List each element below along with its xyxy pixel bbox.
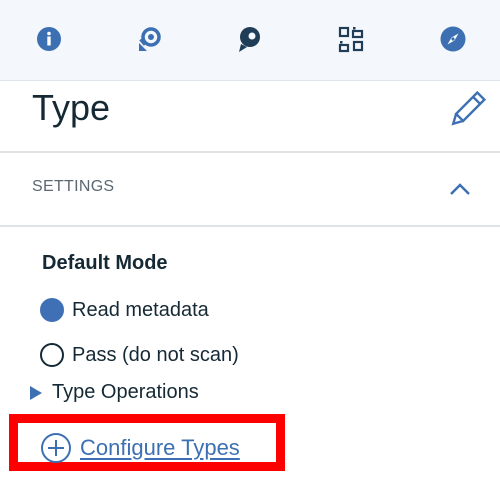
configure-types-label[interactable]: Configure Types [80,435,240,461]
info-icon[interactable] [34,24,64,54]
qr-grid-icon[interactable] [336,24,366,54]
refresh-icon[interactable] [134,24,164,54]
toolbar [0,0,500,81]
radio-label: Pass (do not scan) [72,343,239,366]
add-circle-icon [41,433,71,463]
type-operations-toggle[interactable]: Type Operations [30,381,199,404]
title-bar: Type [0,81,500,153]
configure-types-link[interactable]: Configure Types [40,432,240,464]
caret-right-icon [30,385,42,400]
chevron-up-icon[interactable] [448,179,472,199]
radio-read-metadata[interactable]: Read metadata [40,298,209,322]
page-title: Type [32,87,111,128]
radio-label: Read metadata [72,298,209,321]
settings-accordion-header[interactable]: SETTINGS [0,153,500,227]
radio-button-checked[interactable] [40,298,64,322]
pencil-icon[interactable] [444,89,488,133]
type-operations-label: Type Operations [52,381,199,403]
radio-button-unchecked[interactable] [40,343,64,367]
radio-pass-do-not-scan[interactable]: Pass (do not scan) [40,343,239,367]
settings-label: SETTINGS [32,178,115,195]
default-mode-heading: Default Mode [42,252,168,274]
comment-icon[interactable] [234,24,264,54]
compass-icon[interactable] [438,24,468,54]
